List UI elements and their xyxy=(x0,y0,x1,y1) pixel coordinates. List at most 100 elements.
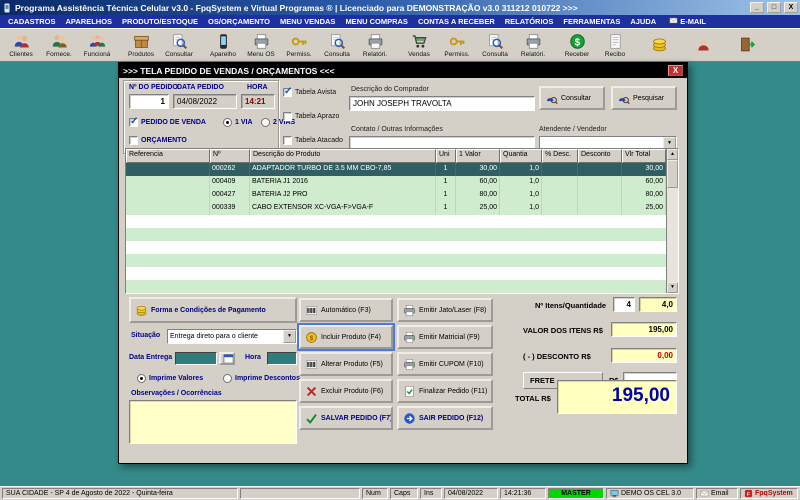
menu-item-ferramentas[interactable]: FERRAMENTAS xyxy=(558,17,625,26)
column-header-uni[interactable]: Uni xyxy=(436,149,456,163)
column-header-n[interactable]: Nº xyxy=(210,149,250,163)
table-cell: 1,0 xyxy=(500,202,542,215)
total-label: TOTAL R$ xyxy=(515,394,551,403)
button-finalizar-pedido-f11[interactable]: Finalizar Pedido (F11) xyxy=(397,379,493,403)
button-label: Emitir Jato/Laser (F8) xyxy=(419,306,487,314)
close-button[interactable]: X xyxy=(784,2,798,13)
toolbar-vendas[interactable]: Vendas xyxy=(400,30,438,60)
pesquisar-button[interactable]: Pesquisar xyxy=(611,86,677,110)
toolbar-aparelho[interactable]: Aparelho xyxy=(204,30,242,60)
hora-entrega-field[interactable] xyxy=(267,352,297,365)
buyer-field[interactable]: JOHN JOSEPH TRAVOLTA xyxy=(349,96,535,111)
button-emitir-matricial-f9[interactable]: Emitir Matricial (F9) xyxy=(397,325,493,349)
calendar-button[interactable] xyxy=(219,352,235,365)
orcamento-checkbox[interactable]: ORÇAMENTO xyxy=(129,136,187,145)
desconto-field[interactable]: 0,00 xyxy=(611,348,677,363)
table-scrollbar[interactable] xyxy=(666,149,678,293)
toolbar-permiss[interactable]: Permiss. xyxy=(280,30,318,60)
column-header-1-valor[interactable]: 1 Valor xyxy=(456,149,500,163)
table-row[interactable]: 000409 BATERIA J1 2016 1 60,00 1,0 60,00 xyxy=(126,176,666,189)
tabela-avista-checkbox[interactable]: Tabela Avista xyxy=(283,86,336,97)
table-row[interactable]: 000427 BATERIA J2 PRO 1 80,00 1,0 80,00 xyxy=(126,189,666,202)
status-text: Num xyxy=(366,490,381,497)
imprime-valores-radio[interactable]: Imprime Valores xyxy=(137,374,203,383)
menu-item-os-or-amento[interactable]: OS/ORÇAMENTO xyxy=(203,17,275,26)
toolbar-consulta[interactable]: Consulta xyxy=(476,30,514,60)
scroll-down-icon[interactable] xyxy=(667,282,678,293)
menu-item-produto-estoque[interactable]: PRODUTO/ESTOQUE xyxy=(117,17,203,26)
order-date-field[interactable]: 04/08/2022 xyxy=(173,94,237,109)
button-autom-tico-f3[interactable]: Automático (F3) xyxy=(299,298,393,322)
hora-entrega-label: Hora xyxy=(245,354,261,361)
table-cell xyxy=(542,176,578,189)
tabela-aprazo-checkbox[interactable]: Tabela Aprazo xyxy=(283,112,339,121)
column-header-vlr-total[interactable]: Vlr Total xyxy=(622,149,666,163)
menu-item-aparelhos[interactable]: APARELHOS xyxy=(61,17,118,26)
order-time-field[interactable]: 14:21 xyxy=(241,94,275,109)
menu-item-menu-compras[interactable]: MENU COMPRAS xyxy=(340,17,413,26)
dialog-titlebar[interactable]: >>> TELA PEDIDO DE VENDAS / ORÇAMENTOS <… xyxy=(119,63,687,78)
button-sair-pedido-f12[interactable]: SAIR PEDIDO (F12) xyxy=(397,406,493,430)
column-header-desconto[interactable]: Desconto xyxy=(578,149,622,163)
scrollbar-thumb[interactable] xyxy=(667,160,678,188)
imprime-descontos-radio[interactable]: Imprime Descontos xyxy=(223,374,300,383)
pedido-venda-checkbox[interactable]: PEDIDO DE VENDA xyxy=(129,116,206,127)
situacao-combo[interactable]: Entrega direto para o cliente xyxy=(167,329,297,344)
column-header-referencia[interactable]: Referencia xyxy=(126,149,210,163)
menu-email[interactable]: E-MAIL xyxy=(669,16,706,27)
menu-item-menu-vendas[interactable]: MENU VENDAS xyxy=(275,17,340,26)
column-header-quantia[interactable]: Quantia xyxy=(500,149,542,163)
toolbar-permiss[interactable]: Permiss. xyxy=(438,30,476,60)
toolbar-label: Consultar xyxy=(165,50,193,58)
minimize-button[interactable]: _ xyxy=(750,2,764,13)
button-incluir-produto-f4[interactable]: $ Incluir Produto (F4) xyxy=(299,325,393,349)
column-header-desc[interactable]: % Desc. xyxy=(542,149,578,163)
toolbar-person-icon[interactable] xyxy=(684,30,722,60)
toolbar-menu-os[interactable]: Menu OS xyxy=(242,30,280,60)
toolbar-funcion[interactable]: Funcioná xyxy=(78,30,116,60)
via1-radio[interactable]: 1 VIA xyxy=(223,118,253,127)
toolbar-label: Receber xyxy=(564,50,590,58)
maximize-button[interactable]: □ xyxy=(767,2,781,13)
menu-item-cadastros[interactable]: CADASTROS xyxy=(3,17,61,26)
toolbar-relat-ri[interactable]: Relatóri. xyxy=(356,30,394,60)
observacoes-textarea[interactable] xyxy=(129,400,297,444)
radio-on-icon xyxy=(223,118,232,127)
chevron-down-icon[interactable] xyxy=(283,330,296,343)
table-row-selected[interactable]: 000262 ADAPTADOR TURBO DE 3.5 MM CBO-7,85… xyxy=(126,163,666,176)
menu-item-ajuda[interactable]: AJUDA xyxy=(625,17,661,26)
button-emitir-jato-laser-f8[interactable]: Emitir Jato/Laser (F8) xyxy=(397,298,493,322)
scrollbar-track[interactable] xyxy=(667,160,678,282)
printer-icon xyxy=(253,33,270,50)
data-entrega-field[interactable] xyxy=(175,352,217,365)
tabela-atacado-checkbox[interactable]: Tabela Atacado xyxy=(283,136,343,145)
dialog-close-button[interactable]: X xyxy=(668,65,683,76)
button-salvar-pedido-f7[interactable]: SALVAR PEDIDO (F7) xyxy=(299,406,393,430)
forma-pagamento-button[interactable]: Forma e Condições de Pagamento xyxy=(129,297,297,323)
order-number-field[interactable]: 1 xyxy=(129,94,169,109)
toolbar-exit-door-icon[interactable] xyxy=(728,30,766,60)
menu-item-relat-rios[interactable]: RELATÓRIOS xyxy=(500,17,559,26)
toolbar-recibo[interactable]: Recibo xyxy=(596,30,634,60)
toolbar-label: Clientes xyxy=(9,50,33,58)
toolbar-receber[interactable]: $ Receber xyxy=(558,30,596,60)
toolbar-label: Fornece. xyxy=(46,50,72,58)
toolbar-produtos[interactable]: Produtos xyxy=(122,30,160,60)
toolbar-clientes[interactable]: Clientes xyxy=(2,30,40,60)
column-header-descri-o-do-produto[interactable]: Descrição do Produto xyxy=(250,149,436,163)
button-alterar-produto-f5[interactable]: Alterar Produto (F5) xyxy=(299,352,393,376)
scroll-up-icon[interactable] xyxy=(667,149,678,160)
toolbar-relat-ri[interactable]: Relatóri. xyxy=(514,30,552,60)
toolbar-coins-icon[interactable] xyxy=(640,30,678,60)
consultar-button[interactable]: Consultar xyxy=(539,86,605,110)
button-emitir-cupom-f10[interactable]: Emitir CUPOM (F10) xyxy=(397,352,493,376)
toolbar-consultar[interactable]: Consultar xyxy=(160,30,198,60)
toolbar-consulta[interactable]: Consulta xyxy=(318,30,356,60)
search-doc-icon xyxy=(487,33,504,50)
button-excluir-produto-f6[interactable]: Excluir Produto (F6) xyxy=(299,379,393,403)
table-row[interactable]: 000339 CABO EXTENSOR XC-VGA-F>VGA-F 1 25,00… xyxy=(126,202,666,215)
toolbar-fornece[interactable]: Fornece. xyxy=(40,30,78,60)
menu-item-contas-a-receber[interactable]: CONTAS A RECEBER xyxy=(413,17,500,26)
svg-text:F: F xyxy=(747,492,750,498)
toolbar-label: Produtos xyxy=(127,50,155,58)
